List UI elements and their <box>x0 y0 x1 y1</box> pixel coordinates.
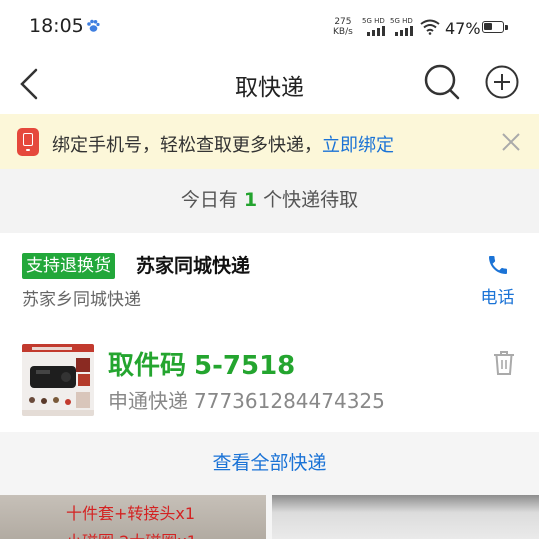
phone-icon <box>17 128 39 156</box>
battery-icon <box>482 21 504 33</box>
recommendation-strip: 十件套+转接头x1 小磁圈 2大磁圈x1 <box>0 495 539 539</box>
status-bar: 18:05 275 KB/s 5G HD 5G HD 47% <box>0 0 539 56</box>
call-label: 电话 <box>480 288 515 308</box>
battery-tip <box>505 25 508 30</box>
view-all-button[interactable]: 查看全部快递 <box>0 432 539 495</box>
carrier-name: 申通快递 <box>108 389 188 413</box>
product-preview-1[interactable]: 十件套+转接头x1 小磁圈 2大磁圈x1 <box>0 495 266 539</box>
signal-icon <box>367 26 385 36</box>
battery-percent: 47% <box>445 19 481 38</box>
call-button[interactable]: 电话 <box>470 253 525 308</box>
tracking-info: 申通快递 777361284474325 <box>108 385 385 414</box>
preview-caption-2: 小磁圈 2大磁圈x1 <box>66 528 197 539</box>
plus-circle-icon[interactable] <box>484 64 520 100</box>
banner-text: 绑定手机号，轻松查取更多快递，立即绑定 <box>52 135 394 156</box>
status-time: 18:05 <box>29 15 84 37</box>
sim2-label: 5G HD <box>390 17 413 25</box>
pickup-code: 取件码 5-7518 <box>108 351 296 381</box>
station-name[interactable]: 苏家同城快递 <box>136 253 250 279</box>
pending-count: 1 <box>243 189 258 211</box>
network-speed: 275 KB/s <box>333 17 353 37</box>
paw-icon <box>87 19 100 32</box>
close-icon[interactable] <box>500 131 522 153</box>
pickup-code-value: 5-7518 <box>194 351 296 381</box>
signal-icon <box>395 26 413 36</box>
pending-summary: 今日有 1 个快递待取 <box>0 169 539 233</box>
station-address: 苏家乡同城快递 <box>22 290 141 310</box>
bind-now-link[interactable]: 立即绑定 <box>322 135 394 156</box>
phone-call-icon <box>488 256 507 274</box>
product-thumbnail <box>22 344 94 416</box>
wifi-icon <box>420 19 440 35</box>
search-icon[interactable] <box>423 63 461 101</box>
trash-icon[interactable] <box>493 350 515 376</box>
product-preview-2[interactable] <box>272 495 539 539</box>
nav-header: 取快递 <box>0 56 539 114</box>
return-exchange-badge: 支持退换货 <box>22 253 115 279</box>
tracking-number: 777361284474325 <box>194 389 385 413</box>
sim1-label: 5G HD <box>362 17 385 25</box>
preview-caption-1: 十件套+转接头x1 <box>66 504 196 523</box>
bind-phone-banner: 绑定手机号，轻松查取更多快递，立即绑定 <box>0 114 539 169</box>
package-card: 支持退换货 苏家同城快递 苏家乡同城快递 电话 取件码 5-7518 申通快递 77… <box>0 233 539 495</box>
